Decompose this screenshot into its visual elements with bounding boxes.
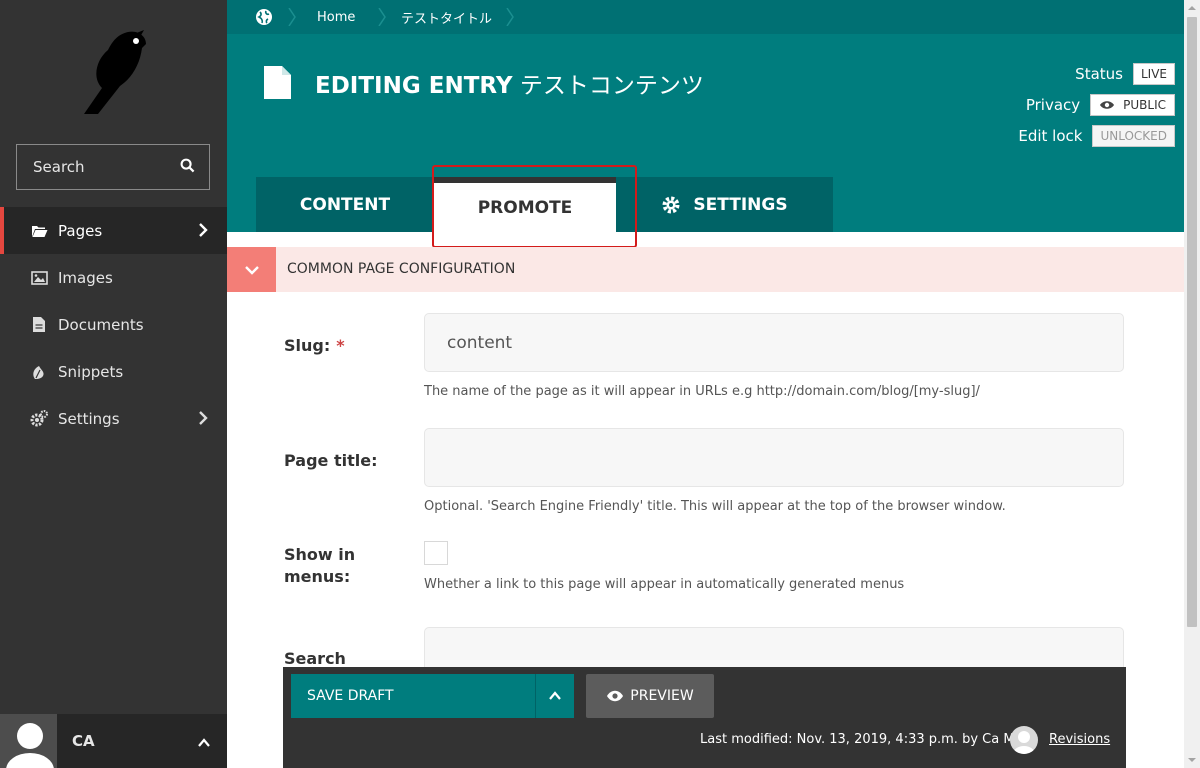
- revisions-link[interactable]: Revisions: [1049, 732, 1110, 747]
- explorer-globe-icon[interactable]: [255, 0, 273, 34]
- tab-label: CONTENT: [299, 194, 391, 215]
- show-in-menus-checkbox[interactable]: [424, 541, 448, 565]
- account-initials: CA: [72, 732, 95, 750]
- page-document-icon: [264, 66, 291, 99]
- image-icon: [30, 269, 48, 287]
- status-meta: Status LIVE: [1075, 63, 1175, 85]
- chevron-right-icon: [197, 409, 209, 427]
- breadcrumb-separator-icon: [377, 7, 387, 27]
- page-title-label: Page title:: [284, 451, 378, 470]
- document-icon: [30, 316, 48, 334]
- required-mark: *: [336, 336, 345, 355]
- last-modified-text: Last modified: Nov. 13, 2019, 4:33 p.m. …: [700, 732, 1031, 747]
- section-common-page-configuration[interactable]: COMMON PAGE CONFIGURATION: [227, 247, 1184, 292]
- page-title-value: テストコンテンツ: [519, 73, 704, 99]
- save-draft-button[interactable]: SAVE DRAFT: [291, 674, 574, 718]
- edit-lock-label: Edit lock: [1018, 127, 1083, 145]
- promote-tab-highlight: [432, 165, 637, 248]
- chevron-right-icon: [197, 221, 209, 239]
- account-menu[interactable]: CA: [0, 714, 227, 768]
- privacy-value: PUBLIC: [1123, 98, 1166, 112]
- show-in-menus-help-text: Whether a link to this page will appear …: [424, 577, 905, 592]
- slug-label: Slug: *: [284, 335, 345, 357]
- cogs-icon: [30, 410, 48, 428]
- sidebar-item-pages[interactable]: Pages: [0, 207, 227, 254]
- page-title-help-text: Optional. 'Search Engine Friendly' title…: [424, 499, 1006, 514]
- privacy-meta: Privacy PUBLIC: [1026, 94, 1175, 116]
- sidebar-item-label: Settings: [58, 409, 120, 428]
- page-header: Home テストタイトル EDITING ENTRY テストコンテンツ Stat…: [227, 0, 1184, 232]
- gear-icon: [662, 196, 680, 213]
- search-label: Search: [33, 158, 85, 176]
- page-title-label: EDITING ENTRY: [315, 73, 513, 99]
- search-icon[interactable]: [180, 158, 195, 177]
- breadcrumb-item-parent[interactable]: テストタイトル: [401, 0, 492, 34]
- sidebar-item-label: Pages: [58, 221, 103, 240]
- more-actions-toggle[interactable]: [535, 674, 574, 718]
- folder-open-icon: [30, 222, 48, 240]
- vertical-scrollbar[interactable]: [1184, 0, 1200, 768]
- preview-label: PREVIEW: [630, 688, 694, 704]
- show-in-menus-label: Show in menus:: [284, 544, 355, 588]
- action-footer: SAVE DRAFT PREVIEW Last modified: Nov. 1…: [283, 667, 1126, 768]
- sidebar-item-documents[interactable]: Documents: [0, 301, 227, 348]
- sidebar: Search Pages Images Documents Snippets S…: [0, 0, 227, 768]
- scroll-down-icon[interactable]: [1188, 756, 1196, 764]
- status-badge[interactable]: LIVE: [1132, 63, 1175, 85]
- avatar: [1010, 726, 1038, 754]
- tab-settings[interactable]: SETTINGS: [616, 177, 833, 232]
- sidebar-item-snippets[interactable]: Snippets: [0, 348, 227, 395]
- sidebar-search[interactable]: Search: [16, 144, 210, 190]
- chevron-up-icon[interactable]: [197, 734, 211, 747]
- sidebar-nav: Pages Images Documents Snippets Settings: [0, 207, 227, 442]
- tab-label: SETTINGS: [693, 194, 788, 215]
- edit-lock-badge[interactable]: UNLOCKED: [1092, 125, 1175, 147]
- eye-icon: [607, 690, 624, 702]
- scroll-up-icon[interactable]: [1188, 4, 1196, 12]
- privacy-label: Privacy: [1025, 96, 1081, 114]
- preview-button[interactable]: PREVIEW: [586, 674, 714, 718]
- save-draft-label: SAVE DRAFT: [307, 688, 394, 704]
- slug-help-text: The name of the page as it will appear i…: [424, 384, 980, 399]
- tab-content[interactable]: CONTENT: [256, 177, 434, 232]
- chevron-up-icon: [549, 691, 561, 700]
- sidebar-item-label: Documents: [58, 315, 144, 334]
- section-collapse-toggle[interactable]: [227, 247, 276, 292]
- show-in-menus-label-line2: menus:: [284, 567, 351, 586]
- breadcrumb-separator-icon: [287, 7, 297, 27]
- sidebar-item-label: Images: [58, 268, 113, 287]
- sidebar-item-images[interactable]: Images: [0, 254, 227, 301]
- page-title-input[interactable]: [424, 428, 1124, 487]
- breadcrumb-separator-icon: [505, 7, 515, 27]
- section-title: COMMON PAGE CONFIGURATION: [287, 261, 516, 277]
- breadcrumb: Home テストタイトル: [227, 0, 1184, 34]
- avatar: [0, 714, 57, 768]
- sidebar-item-settings[interactable]: Settings: [0, 395, 227, 442]
- sidebar-item-label: Snippets: [58, 362, 124, 381]
- breadcrumb-item-home[interactable]: Home: [317, 0, 355, 34]
- slug-input[interactable]: [424, 313, 1124, 372]
- slug-label-text: Slug:: [284, 336, 331, 355]
- wagtail-logo-icon[interactable]: [76, 28, 152, 116]
- eye-icon: [1100, 101, 1115, 109]
- edit-lock-meta: Edit lock UNLOCKED: [1018, 125, 1175, 147]
- page-title: EDITING ENTRY テストコンテンツ: [315, 66, 704, 100]
- show-in-menus-label-line1: Show in: [284, 545, 356, 564]
- chevron-down-icon: [244, 265, 259, 275]
- scrollbar-thumb[interactable]: [1187, 17, 1197, 627]
- snippet-icon: [30, 363, 48, 381]
- privacy-badge[interactable]: PUBLIC: [1090, 94, 1175, 116]
- status-label: Status: [1075, 65, 1123, 83]
